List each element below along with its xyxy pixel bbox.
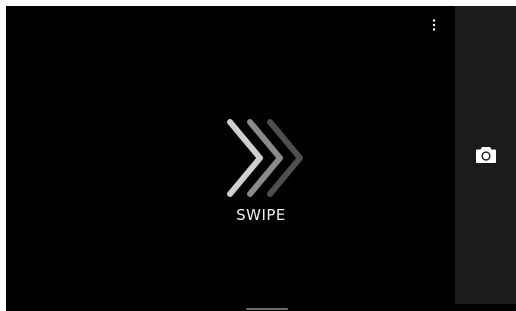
camera-button[interactable] xyxy=(471,140,501,170)
camera-screen: SWIPE xyxy=(6,6,516,311)
more-vert-icon[interactable] xyxy=(428,18,440,32)
camera-control-panel xyxy=(455,6,516,304)
camera-viewfinder[interactable]: SWIPE xyxy=(6,6,455,311)
swipe-hint: SWIPE xyxy=(216,116,306,226)
home-indicator[interactable] xyxy=(246,308,288,310)
triple-chevron-right-icon xyxy=(227,119,303,197)
camera-icon xyxy=(476,147,496,163)
swipe-label: SWIPE xyxy=(236,206,286,224)
